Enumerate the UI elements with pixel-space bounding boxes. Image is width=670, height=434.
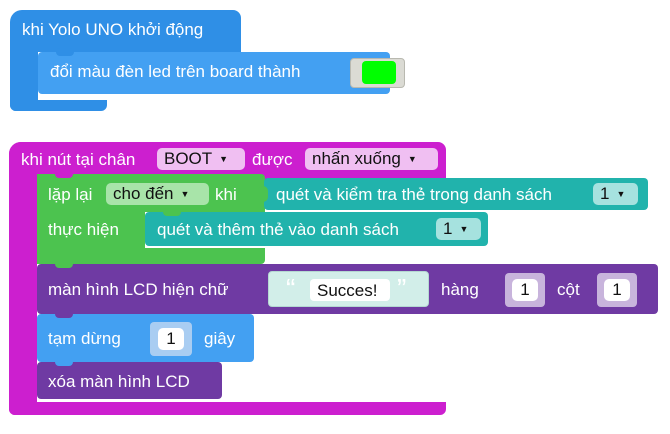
led-block-notch (56, 48, 74, 56)
pause-label: tạm dừng (48, 329, 121, 348)
lcd-print-label: màn hình LCD hiện chữ (48, 280, 229, 299)
do-label: thực hiện (48, 220, 119, 239)
pause-value-input[interactable]: 1 (158, 328, 184, 350)
event-dropdown[interactable]: nhấn xuống ▼ (305, 148, 438, 170)
clear-lcd-notch (55, 358, 73, 366)
event-dropdown-value: nhấn xuống (312, 149, 401, 168)
start-hat-label: khi Yolo UNO khởi động (22, 20, 204, 39)
scan-add-notch (163, 208, 181, 216)
quote-close-icon: ” (397, 273, 407, 304)
pause-value: 1 (166, 329, 176, 348)
start-event-block[interactable]: khi Yolo UNO khởi động đổi màu đèn led t… (0, 0, 670, 120)
row-value-input[interactable]: 1 (512, 279, 538, 301)
scan-check-connector (258, 186, 268, 202)
column-value: 1 (612, 280, 622, 299)
pin-dropdown-value: BOOT (164, 149, 213, 168)
add-list-value: 1 (443, 219, 453, 238)
quote-open-icon: “ (286, 273, 296, 304)
pause-notch (55, 310, 73, 318)
column-value-input[interactable]: 1 (604, 279, 630, 301)
scan-add-label: quét và thêm thẻ vào danh sách (157, 220, 399, 239)
scan-list-dropdown[interactable]: 1 ▼ (593, 183, 638, 205)
start-block-foot (10, 100, 107, 111)
seconds-label: giây (204, 329, 236, 348)
button-block-footer (9, 402, 446, 415)
button-block-spine (9, 142, 37, 415)
add-list-dropdown[interactable]: 1 ▼ (436, 218, 481, 240)
scan-check-label: quét và kiểm tra thẻ trong danh sách (276, 185, 552, 204)
scan-list-chevron-icon: ▼ (616, 189, 626, 199)
clear-lcd-label: xóa màn hình LCD (48, 372, 190, 391)
pin-dropdown-chevron-icon: ▼ (219, 154, 229, 164)
row-label: hàng (441, 280, 479, 299)
repeat-mode-dropdown[interactable]: cho đến ▼ (106, 183, 209, 205)
button-event-label: khi nút tại chân (21, 150, 136, 169)
pin-dropdown[interactable]: BOOT ▼ (157, 148, 245, 170)
led-label: đổi màu đèn led trên board thành (50, 62, 301, 81)
row-value: 1 (520, 280, 530, 299)
event-prefix-label: được (252, 150, 293, 169)
repeat-when-label: khi (215, 185, 237, 204)
repeat-mode-value: cho đến (113, 184, 174, 203)
event-dropdown-chevron-icon: ▼ (407, 154, 417, 164)
lcd-print-notch (55, 260, 73, 268)
scan-list-value: 1 (600, 184, 610, 203)
repeat-label: lặp lại (48, 185, 93, 204)
add-list-chevron-icon: ▼ (459, 224, 469, 234)
lcd-text-value: Succes! (317, 281, 378, 300)
repeat-mode-chevron-icon: ▼ (180, 189, 190, 199)
repeat-notch (55, 170, 73, 178)
column-label: cột (557, 280, 580, 299)
color-swatch[interactable] (362, 61, 396, 84)
